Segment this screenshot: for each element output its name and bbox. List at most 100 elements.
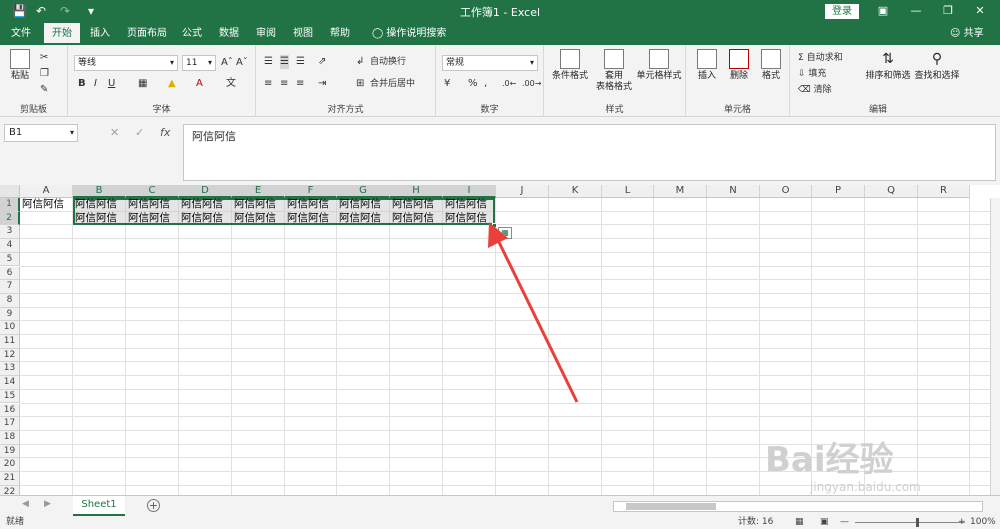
column-header-r[interactable]: R [918, 185, 970, 198]
bold-button[interactable]: B [78, 77, 86, 91]
format-as-table-button[interactable]: 套用 表格格式 [592, 49, 636, 93]
sheet-tab[interactable]: Sheet1 [73, 496, 125, 516]
italic-button[interactable]: I [94, 77, 97, 91]
borders-icon[interactable]: ▦ [138, 77, 147, 91]
column-header-c[interactable]: C [126, 185, 179, 198]
column-header-l[interactable]: L [602, 185, 654, 198]
cell-c2[interactable]: 阿信阿信 [126, 212, 179, 226]
zoom-out-icon[interactable]: — [840, 516, 849, 529]
merge-center-icon[interactable]: ⊞ [356, 77, 364, 91]
minimize-icon[interactable]: — [906, 3, 926, 19]
row-header-13[interactable]: 13 [0, 362, 20, 377]
insert-function-button[interactable]: fx [160, 126, 170, 139]
column-header-g[interactable]: G [337, 185, 390, 198]
cut-icon[interactable]: ✂ [40, 51, 48, 65]
currency-icon[interactable]: ¥ [444, 77, 450, 91]
row-header-15[interactable]: 15 [0, 389, 20, 404]
row-header-2[interactable]: 2 [0, 211, 20, 226]
next-sheet-icon[interactable]: ▶ [44, 499, 51, 509]
number-format-combo[interactable]: 常规 ▾ [442, 55, 538, 71]
column-header-k[interactable]: K [549, 185, 602, 198]
horizontal-scroll-thumb[interactable] [626, 503, 716, 510]
orientation-icon[interactable]: ⇗ [318, 55, 326, 69]
tab-insert[interactable]: 插入 [84, 23, 116, 45]
autosum-button[interactable]: Σ 自动求和 [798, 51, 843, 65]
row-header-20[interactable]: 20 [0, 458, 20, 472]
cell-a1[interactable]: 阿信阿信 [20, 198, 73, 212]
ribbon-display-icon[interactable]: ▣ [873, 3, 893, 19]
cell-g1[interactable]: 阿信阿信 [337, 198, 390, 212]
row-header-22[interactable]: 22 [0, 485, 20, 495]
wrap-text-label[interactable]: 自动换行 [370, 55, 406, 69]
decrease-font-icon[interactable]: Aˇ [236, 56, 248, 70]
align-middle-icon[interactable]: ☰ [280, 55, 289, 69]
row-header-1[interactable]: 1 [0, 198, 20, 212]
conditional-format-button[interactable]: 条件格式 [548, 49, 592, 82]
cell-i1[interactable]: 阿信阿信 [443, 198, 496, 212]
insert-cells-button[interactable]: 插入 [692, 49, 722, 82]
indent-icon[interactable]: ⇥ [318, 77, 326, 91]
cell-e1[interactable]: 阿信阿信 [232, 198, 285, 212]
column-header-n[interactable]: N [707, 185, 760, 198]
row-header-10[interactable]: 10 [0, 321, 20, 335]
cell-f1[interactable]: 阿信阿信 [285, 198, 337, 212]
align-top-icon[interactable]: ☰ [264, 55, 273, 69]
tab-page-layout[interactable]: 页面布局 [122, 23, 172, 45]
login-button[interactable]: 登录 [825, 4, 859, 19]
row-header-6[interactable]: 6 [0, 266, 20, 281]
cell-i2[interactable]: 阿信阿信 [443, 212, 496, 226]
name-box[interactable]: B1 ▾ [4, 124, 78, 142]
fill-handle[interactable] [492, 223, 497, 228]
increase-font-icon[interactable]: Aˆ [221, 56, 233, 70]
align-center-icon[interactable]: ≡ [280, 77, 288, 91]
cell-e2[interactable]: 阿信阿信 [232, 212, 285, 226]
normal-view-icon[interactable]: ▦ [795, 516, 804, 529]
tell-me-search[interactable]: ◯ 操作说明搜索 [372, 23, 446, 45]
row-header-18[interactable]: 18 [0, 430, 20, 445]
cell-g2[interactable]: 阿信阿信 [337, 212, 390, 226]
column-header-a[interactable]: A [20, 185, 73, 198]
percent-button[interactable]: % [468, 77, 478, 91]
row-header-7[interactable]: 7 [0, 280, 20, 294]
column-header-i[interactable]: I [443, 185, 496, 198]
zoom-in-icon[interactable]: + [958, 516, 966, 529]
cell-h2[interactable]: 阿信阿信 [390, 212, 443, 226]
select-all-corner[interactable] [0, 185, 20, 198]
row-header-4[interactable]: 4 [0, 239, 20, 253]
tab-data[interactable]: 数据 [213, 23, 245, 45]
decrease-decimal-icon[interactable]: .00→ [522, 77, 541, 91]
align-bottom-icon[interactable]: ☰ [296, 55, 305, 69]
column-header-b[interactable]: B [73, 185, 126, 198]
wrap-text-icon[interactable]: ↲ [356, 55, 364, 69]
zoom-level[interactable]: 100% [970, 516, 996, 529]
column-header-e[interactable]: E [232, 185, 285, 198]
sort-filter-button[interactable]: ⇅ 排序和筛选 [864, 49, 912, 82]
format-painter-icon[interactable]: ✎ [40, 83, 48, 97]
share-button[interactable]: ☺ 共享 [950, 23, 984, 45]
row-header-16[interactable]: 16 [0, 403, 20, 418]
cell-styles-button[interactable]: 单元格样式 [634, 49, 684, 82]
format-cells-button[interactable]: 格式 [756, 49, 786, 82]
close-icon[interactable]: ✕ [970, 3, 990, 19]
add-sheet-icon[interactable]: + [147, 499, 160, 512]
fill-color-icon[interactable]: ▲ [168, 77, 176, 91]
page-layout-icon[interactable]: ▣ [820, 516, 829, 529]
cell-d1[interactable]: 阿信阿信 [179, 198, 232, 212]
underline-button[interactable]: U [108, 77, 115, 91]
cancel-icon[interactable]: ✕ [110, 126, 119, 139]
column-header-p[interactable]: P [812, 185, 865, 198]
row-header-9[interactable]: 9 [0, 307, 20, 322]
font-name-combo[interactable]: 等线 ▾ [74, 55, 178, 71]
row-header-17[interactable]: 17 [0, 417, 20, 431]
row-header-8[interactable]: 8 [0, 293, 20, 308]
tab-review[interactable]: 审阅 [250, 23, 282, 45]
cell-b2[interactable]: 阿信阿信 [73, 212, 126, 226]
tab-help[interactable]: 帮助 [324, 23, 356, 45]
cell-d2[interactable]: 阿信阿信 [179, 212, 232, 226]
row-header-11[interactable]: 11 [0, 335, 20, 349]
tab-view[interactable]: 视图 [287, 23, 319, 45]
copy-icon[interactable]: ❐ [40, 67, 49, 81]
fill-button[interactable]: ⇩ 填充 [798, 67, 826, 81]
font-color-icon[interactable]: A [196, 77, 203, 91]
phonetic-icon[interactable]: 文 [226, 77, 236, 91]
